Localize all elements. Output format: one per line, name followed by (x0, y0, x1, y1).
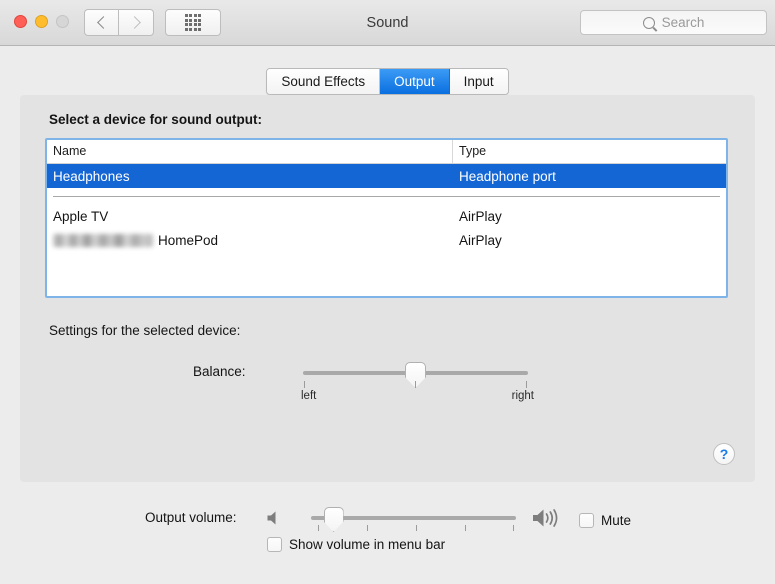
output-volume-row: Output volume: Mute (0, 503, 775, 539)
select-device-label: Select a device for sound output: (49, 112, 263, 127)
table-header-row: Name Type (47, 140, 726, 164)
speaker-mute-icon (267, 511, 276, 525)
sound-preferences-window: Sound Search Sound Effects Output Input … (0, 0, 775, 584)
table-row[interactable]: Apple TV AirPlay (47, 204, 726, 228)
output-volume-slider[interactable] (311, 503, 516, 535)
search-icon (642, 16, 655, 29)
speaker-waves-icon (533, 509, 558, 527)
question-mark-icon: ? (719, 445, 729, 462)
close-button[interactable] (14, 15, 27, 28)
balance-label: Balance: (193, 364, 246, 379)
tab-bar: Sound Effects Output Input (0, 68, 775, 95)
show-volume-menubar-checkbox[interactable] (267, 537, 282, 552)
show-volume-menubar-label: Show volume in menu bar (289, 537, 446, 552)
show-all-button[interactable] (165, 9, 221, 36)
redacted-owner-name (53, 233, 153, 247)
balance-right-label: right (511, 390, 534, 402)
chevron-left-icon (96, 16, 110, 29)
device-type: AirPlay (459, 232, 502, 248)
window-titlebar: Sound Search (0, 0, 775, 46)
device-name: Apple TV (53, 208, 109, 224)
tab-input[interactable]: Input (449, 69, 508, 94)
device-type: Headphone port (459, 168, 556, 184)
column-header-name[interactable]: Name (47, 140, 453, 163)
device-name: HomePod (158, 232, 219, 248)
chevron-right-icon (128, 16, 141, 29)
show-all-grid-icon (184, 14, 202, 31)
navigation-buttons (84, 9, 154, 36)
output-volume-label: Output volume: (145, 510, 237, 525)
settings-for-device-label: Settings for the selected device: (49, 323, 241, 338)
tab-sound-effects[interactable]: Sound Effects (267, 69, 381, 94)
volume-slider-ticks (311, 525, 516, 533)
window-controls (14, 15, 69, 28)
minimize-button[interactable] (35, 15, 48, 28)
forward-button[interactable] (119, 9, 154, 36)
search-field[interactable]: Search (580, 10, 767, 35)
mute-checkbox[interactable] (579, 513, 594, 528)
device-name: Headphones (53, 168, 130, 184)
table-separator (53, 196, 720, 197)
device-type: AirPlay (459, 208, 502, 224)
mute-checkbox-row[interactable]: Mute (579, 513, 631, 528)
bottom-controls: Output volume: Mute Show volume in menu … (0, 495, 775, 584)
output-settings-panel: Select a device for sound output: Name T… (20, 95, 755, 482)
balance-left-label: left (301, 390, 317, 402)
balance-control-row: Balance: left right (20, 357, 755, 417)
column-header-type[interactable]: Type (453, 140, 726, 163)
back-button[interactable] (84, 9, 119, 36)
help-button[interactable]: ? (713, 443, 735, 465)
mute-label: Mute (601, 513, 632, 528)
show-volume-menubar-row[interactable]: Show volume in menu bar (267, 537, 445, 552)
output-device-table[interactable]: Name Type Headphones Headphone port Appl… (45, 138, 728, 298)
balance-slider-ticks (303, 381, 528, 390)
tab-output[interactable]: Output (380, 69, 450, 94)
table-row[interactable]: Headphones Headphone port (47, 164, 726, 188)
table-row[interactable]: HomePod AirPlay (47, 228, 726, 252)
device-name-redacted: HomePod (47, 233, 453, 248)
zoom-button (56, 15, 69, 28)
balance-slider[interactable]: left right (301, 357, 534, 412)
search-placeholder: Search (661, 15, 705, 30)
